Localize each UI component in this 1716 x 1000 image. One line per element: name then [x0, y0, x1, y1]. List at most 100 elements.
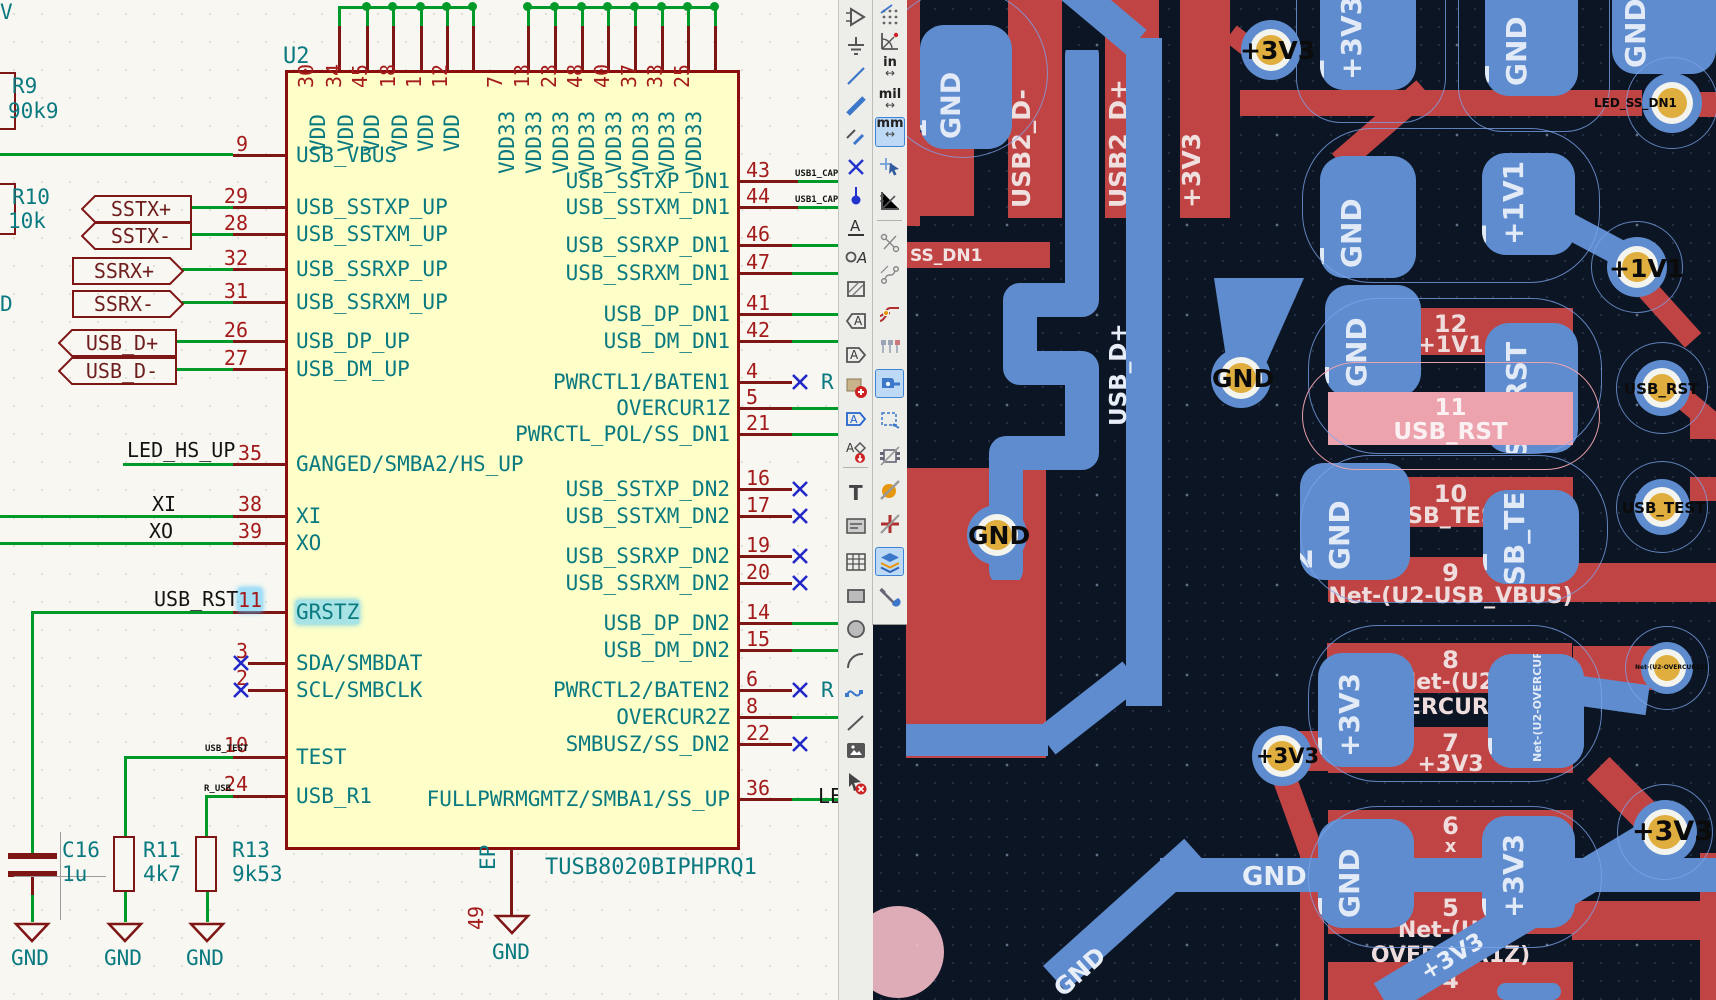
resistor-r13[interactable] — [195, 836, 217, 892]
pin-name: PWRCTL2/BATEN2 — [420, 678, 730, 702]
gnd-symbol[interactable] — [188, 922, 226, 944]
svg-text:A: A — [850, 413, 858, 426]
gnd-symbol[interactable] — [106, 922, 144, 944]
pin-header-display-button[interactable] — [876, 334, 903, 361]
tools-button[interactable] — [876, 583, 903, 610]
add-bus-entry-button[interactable] — [842, 122, 869, 149]
add-image-button[interactable] — [842, 737, 869, 764]
pcb-canvas[interactable]: 15 USB2_D- 14 USB2_D+ 13 +3V3 SS_DN1 12 … — [872, 0, 1716, 1000]
trace-label-gnd: GND — [1242, 862, 1307, 892]
gnd-symbol[interactable] — [13, 922, 51, 944]
add-line-button[interactable] — [842, 709, 869, 736]
add-sheet-pin-button[interactable]: A — [842, 405, 869, 432]
pin-number: 19 — [746, 533, 770, 557]
pin-name: SDA/SMBDAT — [296, 651, 422, 675]
hide-tracks-button[interactable] — [876, 510, 903, 537]
import-sheet-pin-button[interactable] — [842, 373, 869, 400]
hier-label-sstx-p[interactable]: SSTX+ — [81, 195, 193, 223]
svg-text:SSTX-: SSTX- — [111, 224, 171, 248]
wire-label[interactable]: R_USB — [204, 784, 231, 794]
add-power-button[interactable] — [842, 32, 869, 59]
add-circle-button[interactable] — [842, 615, 869, 642]
add-hierarchical-label-button[interactable]: A — [842, 341, 869, 368]
add-hierarchical-sheet-button[interactable] — [842, 275, 869, 302]
svg-text:USB_D+: USB_D+ — [86, 331, 158, 355]
pad-partial[interactable] — [1497, 983, 1561, 1000]
curved-ratsnest-button[interactable] — [876, 261, 903, 288]
pin-name: XI — [296, 504, 321, 528]
layer-display-button[interactable] — [876, 548, 903, 575]
add-directive-label-button[interactable]: A — [842, 243, 869, 270]
no-connect-icon — [791, 574, 809, 592]
pad-display-mode-button[interactable] — [876, 370, 903, 397]
units-inch-button[interactable]: in↔ — [876, 57, 904, 79]
wire-label[interactable]: USB_TEST — [205, 744, 248, 754]
add-net-label-button[interactable]: A — [842, 213, 869, 240]
add-symbol-button[interactable] — [842, 3, 869, 30]
capacitor-c16[interactable] — [8, 853, 57, 859]
pin-name: USB_SSTXM_DN2 — [420, 504, 730, 528]
gnd-symbol[interactable] — [493, 914, 531, 936]
wire-label[interactable]: USB1_CAP — [795, 169, 838, 179]
hier-label-usbd-m[interactable]: USB_D- — [58, 357, 178, 385]
net-fragment: LE — [818, 784, 838, 808]
highlight-nets-button[interactable] — [876, 298, 903, 325]
selection-box-button[interactable] — [876, 406, 903, 433]
net-fragment: R — [821, 370, 834, 394]
pin-name: USB_SSRXM_DN2 — [420, 571, 730, 595]
delete-tool-button[interactable] — [842, 769, 869, 796]
gnd-text: GND — [104, 946, 142, 970]
pin-name: USB_DM_UP — [296, 357, 410, 381]
hier-label-usbd-p[interactable]: USB_D+ — [58, 329, 178, 357]
add-no-connect-button[interactable] — [842, 153, 869, 180]
net-label-xi[interactable]: XI — [152, 492, 176, 516]
add-bus-button[interactable] — [842, 92, 869, 119]
pin-name: SCL/SMBCLK — [296, 678, 422, 702]
hier-label-ssrx-m[interactable]: SSRX- — [72, 290, 184, 318]
import-hierarchical-label-button[interactable]: A — [842, 437, 869, 464]
units-mil-button[interactable]: mil↔ — [876, 89, 904, 111]
grid-style-button[interactable] — [876, 1, 903, 28]
add-table-button[interactable] — [842, 548, 869, 575]
add-rectangle-button[interactable] — [842, 582, 869, 609]
svg-text:A: A — [850, 217, 861, 235]
net-label-xo[interactable]: XO — [149, 519, 173, 543]
pin-number: 32 — [196, 246, 248, 270]
selected-via-highlight — [872, 906, 944, 998]
pin-number: 36 — [746, 776, 770, 800]
pin-number: 4 — [746, 359, 758, 383]
schematic-canvas[interactable]: U2 TUSB8020BIPHPRQ1 30 34 45 18 1 12 VDD… — [0, 0, 838, 1000]
pin-number: 29 — [196, 184, 248, 208]
units-mm-button[interactable]: mm↔ — [876, 118, 904, 146]
pin-number: 31 — [196, 279, 248, 303]
hier-label-sstx-m[interactable]: SSTX- — [81, 222, 193, 250]
no-connect-icon — [791, 507, 809, 525]
add-textbox-button[interactable] — [842, 512, 869, 539]
add-bezier-button[interactable] — [842, 679, 869, 706]
net-label-led-hs-up[interactable]: LED_HS_UP — [127, 438, 235, 462]
hier-label-ssrx-p[interactable]: SSRX+ — [72, 257, 184, 285]
add-arc-button[interactable] — [842, 647, 869, 674]
svg-text:A: A — [856, 249, 867, 267]
gnd-text: GND — [11, 946, 49, 970]
coordinate-axes-button[interactable] — [876, 187, 903, 214]
net-fragment: V — [0, 0, 13, 24]
add-text-button[interactable]: T — [842, 479, 869, 506]
wire-label[interactable]: USB1_CAP — [795, 195, 838, 205]
net-label-usb-rst[interactable]: USB_RST — [154, 587, 238, 611]
pin-number: 17 — [746, 493, 770, 517]
pin-name: USB_DP_DN2 — [420, 611, 730, 635]
hide-ratsnest-button[interactable] — [876, 229, 903, 256]
add-wire-button[interactable] — [842, 62, 869, 89]
footprint-display-button[interactable] — [876, 442, 903, 469]
add-junction-button[interactable] — [842, 184, 869, 211]
pin-number: 14 — [746, 600, 770, 624]
resistor-r11[interactable] — [113, 836, 135, 892]
polar-coordinates-button[interactable] — [876, 27, 903, 54]
pin-number-49: 49 — [464, 906, 488, 930]
no-connect-icon — [232, 654, 250, 672]
pin-name: USB_SSTXM_DN1 — [420, 195, 730, 219]
hide-zones-button[interactable] — [876, 476, 903, 503]
add-global-label-button[interactable]: A — [842, 307, 869, 334]
magnetic-snap-button[interactable] — [876, 151, 903, 178]
